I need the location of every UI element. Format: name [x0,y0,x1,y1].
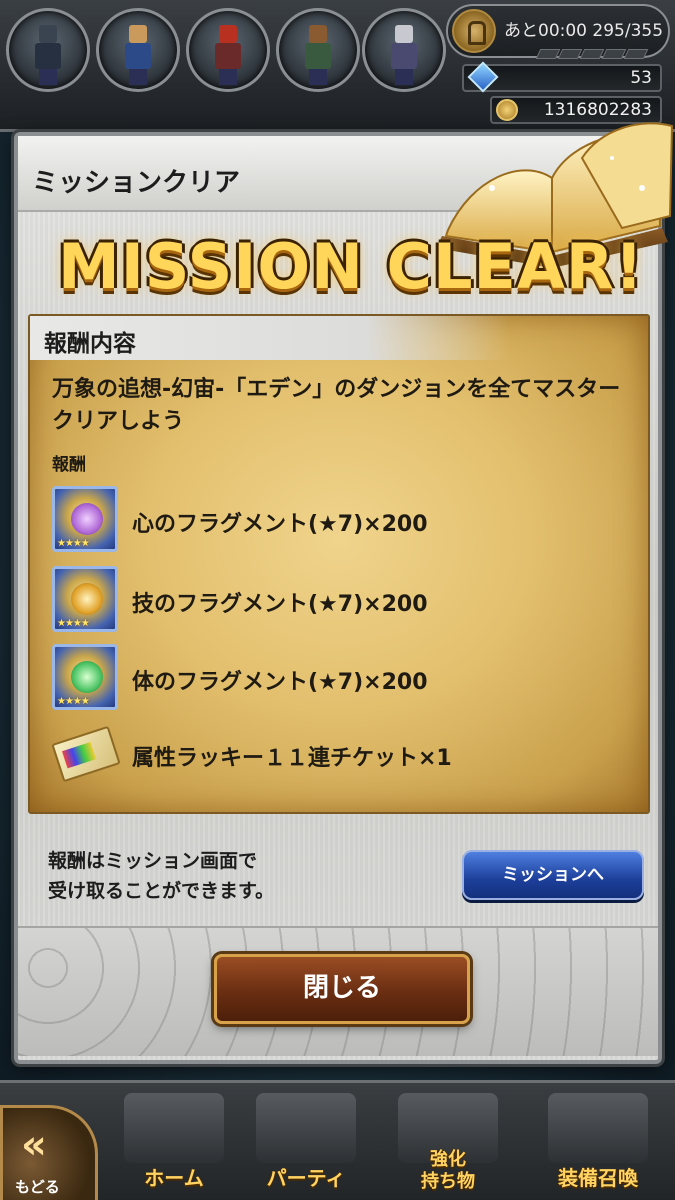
nav-enhance-line2: 持ち物 [421,1171,475,1192]
reward-parchment: 報酬内容 万象の追想-幻宙-「エデン」のダンジョンを全てマスタークリアしよう 報… [28,314,650,814]
skill-fragment-icon: ★★★★ [52,566,118,632]
reward-name: 属性ラッキー１１連チケット×1 [132,746,452,771]
back-label: もどる [15,1178,60,1196]
reward-row: 属性ラッキー１１連チケット×1 [51,720,642,790]
close-button[interactable]: 閉じる [214,954,470,1024]
reward-row: ★★★★ 心のフラグメント(★7)×200 [52,486,642,556]
nav-home[interactable]: ホーム [104,1093,244,1199]
character-sprite [121,25,155,85]
notice-line-1: 報酬はミッション画面で [48,850,258,872]
mission-description: 万象の追想-幻宙-「エデン」のダンジョンを全てマスタークリアしよう [52,377,621,434]
dialog-title: ミッションクリア [32,168,241,198]
back-button[interactable]: « もどる [0,1105,98,1200]
ticket-icon [51,725,121,783]
top-status-bar: あと00:00 295/355 53 1316802283 [0,0,675,132]
nav-enhance-line1: 強化 [430,1149,466,1170]
reward-section-header: 報酬内容 [30,316,510,360]
reward-name: 体のフラグメント(★7)×200 [132,670,428,695]
party-portrait-3[interactable] [186,8,270,92]
party-portrait-5[interactable] [362,8,446,92]
party-portrait-1[interactable] [6,8,90,92]
notice-line-2: 受け取ることができます。 [48,880,275,902]
nav-party-label: パーティ [266,1166,346,1190]
mission-clear-banner: MISSION CLEAR! [58,230,644,303]
body-fragment-icon: ★★★★ [52,644,118,710]
nav-home-label: ホーム [144,1166,204,1190]
nav-enhance-label: 強化 持ち物 [378,1149,518,1193]
reward-row: ★★★★ 技のフラグメント(★7)×200 [52,566,642,636]
heart-fragment-icon: ★★★★ [52,486,118,552]
bottom-navigation: « もどる ホーム パーティ 強化 持ち物 装備召喚 [0,1080,675,1200]
character-sprite [387,25,421,85]
stamina-text: あと00:00 295/355 [504,21,664,41]
nav-party[interactable]: パーティ [236,1093,376,1199]
double-chevron-left-icon: « [21,1122,47,1168]
character-sprite [31,25,65,85]
reward-section-title: 報酬内容 [44,331,136,357]
reward-name: 技のフラグメント(★7)×200 [132,592,428,617]
nav-summon-label: 装備召喚 [558,1166,638,1190]
nav-enhance-items[interactable]: 強化 持ち物 [378,1093,518,1199]
book-quill-icon [124,1093,224,1163]
reward-label: 報酬 [52,455,86,475]
party-portrait-4[interactable] [276,8,360,92]
character-sprite [211,25,245,85]
party-portrait-2[interactable] [96,8,180,92]
nav-equipment-summon[interactable]: 装備召喚 [528,1093,668,1199]
stamina-pips [535,44,658,59]
stamina-clock-icon [452,9,496,53]
reward-name: 心のフラグメント(★7)×200 [132,512,428,537]
mission-clear-dialog: ミッションクリア MISSION CLEAR! 報酬内容 万象の追想-幻宙-「エ… [14,122,674,1064]
reward-row: ★★★★ 体のフラグメント(★7)×200 [52,644,642,714]
crystal-icon [548,1093,648,1163]
stamina-meter: あと00:00 295/355 [446,4,670,59]
go-to-mission-button[interactable]: ミッションへ [462,850,644,900]
reward-notice: 報酬はミッション画面で 受け取ることができます。 [48,846,274,906]
character-sprite [301,25,335,85]
chess-pieces-icon [256,1093,356,1163]
